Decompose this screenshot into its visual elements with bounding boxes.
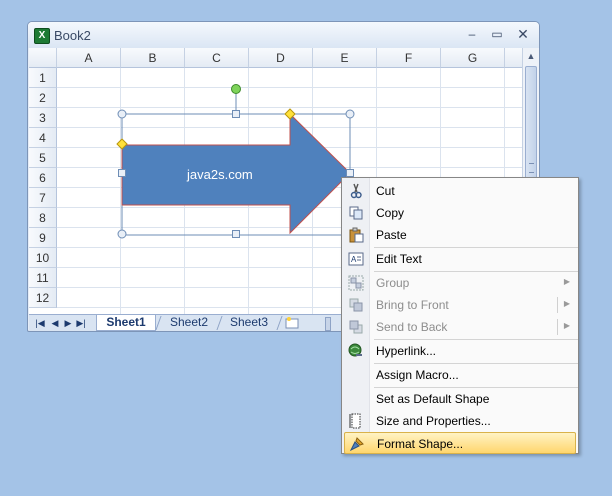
menu-item-label: Group: [376, 276, 410, 290]
menu-item-set-default-shape[interactable]: Set as Default Shape: [344, 388, 576, 410]
resize-handle[interactable]: [345, 109, 355, 119]
group-icon: [348, 275, 364, 291]
paste-icon: [349, 227, 364, 243]
resize-handle[interactable]: [346, 169, 354, 177]
menu-item-copy[interactable]: Copy: [344, 202, 576, 224]
submenu-divider: [557, 297, 558, 313]
submenu-arrow-icon: ▶: [563, 277, 570, 286]
size-properties-icon: [349, 413, 361, 429]
edit-text-icon: A: [348, 252, 364, 266]
menu-item-bring-to-front[interactable]: Bring to Front ▶: [344, 294, 576, 316]
hyperlink-icon: [348, 343, 362, 357]
menu-item-paste[interactable]: Paste: [344, 224, 576, 246]
menu-item-label: Edit Text: [376, 252, 422, 266]
menu-item-label: Format Shape...: [377, 437, 464, 451]
copy-icon: [349, 206, 363, 220]
menu-item-assign-macro[interactable]: Assign Macro...: [344, 364, 576, 386]
bring-to-front-icon: [349, 298, 363, 312]
menu-item-label: Set as Default Shape: [376, 392, 490, 406]
submenu-divider: [557, 319, 558, 335]
resize-handle[interactable]: [232, 230, 240, 238]
context-menu: Cut Copy Paste A Edit Text Group ▶ Bring…: [341, 177, 579, 454]
scissors-icon: [350, 183, 362, 199]
format-shape-icon: [349, 437, 364, 452]
shape-text[interactable]: java2s.com: [187, 167, 253, 182]
menu-item-cut[interactable]: Cut: [344, 180, 576, 202]
menu-item-label: Send to Back: [376, 320, 448, 334]
resize-handle[interactable]: [117, 229, 127, 239]
menu-item-edit-text[interactable]: A Edit Text: [344, 248, 576, 270]
menu-item-label: Bring to Front: [376, 298, 449, 312]
menu-item-send-to-back[interactable]: Send to Back ▶: [344, 316, 576, 338]
resize-handle[interactable]: [118, 169, 126, 177]
menu-item-label: Assign Macro...: [376, 368, 459, 382]
menu-item-label: Paste: [376, 228, 407, 242]
send-to-back-icon: [349, 320, 363, 334]
menu-item-label: Hyperlink...: [376, 344, 437, 358]
menu-item-hyperlink[interactable]: Hyperlink...: [344, 340, 576, 362]
menu-item-label: Cut: [376, 184, 395, 198]
submenu-arrow-icon: ▶: [563, 299, 570, 308]
menu-item-label: Size and Properties...: [376, 414, 491, 428]
resize-handle[interactable]: [232, 110, 240, 118]
menu-item-label: Copy: [376, 206, 405, 220]
menu-item-size-properties[interactable]: Size and Properties...: [344, 410, 576, 432]
resize-handle[interactable]: [117, 109, 127, 119]
svg-text:A: A: [351, 255, 357, 264]
menu-item-group[interactable]: Group ▶: [344, 272, 576, 294]
menu-item-format-shape[interactable]: Format Shape...: [344, 432, 576, 454]
submenu-arrow-icon: ▶: [563, 321, 570, 330]
rotation-handle[interactable]: [231, 84, 241, 94]
